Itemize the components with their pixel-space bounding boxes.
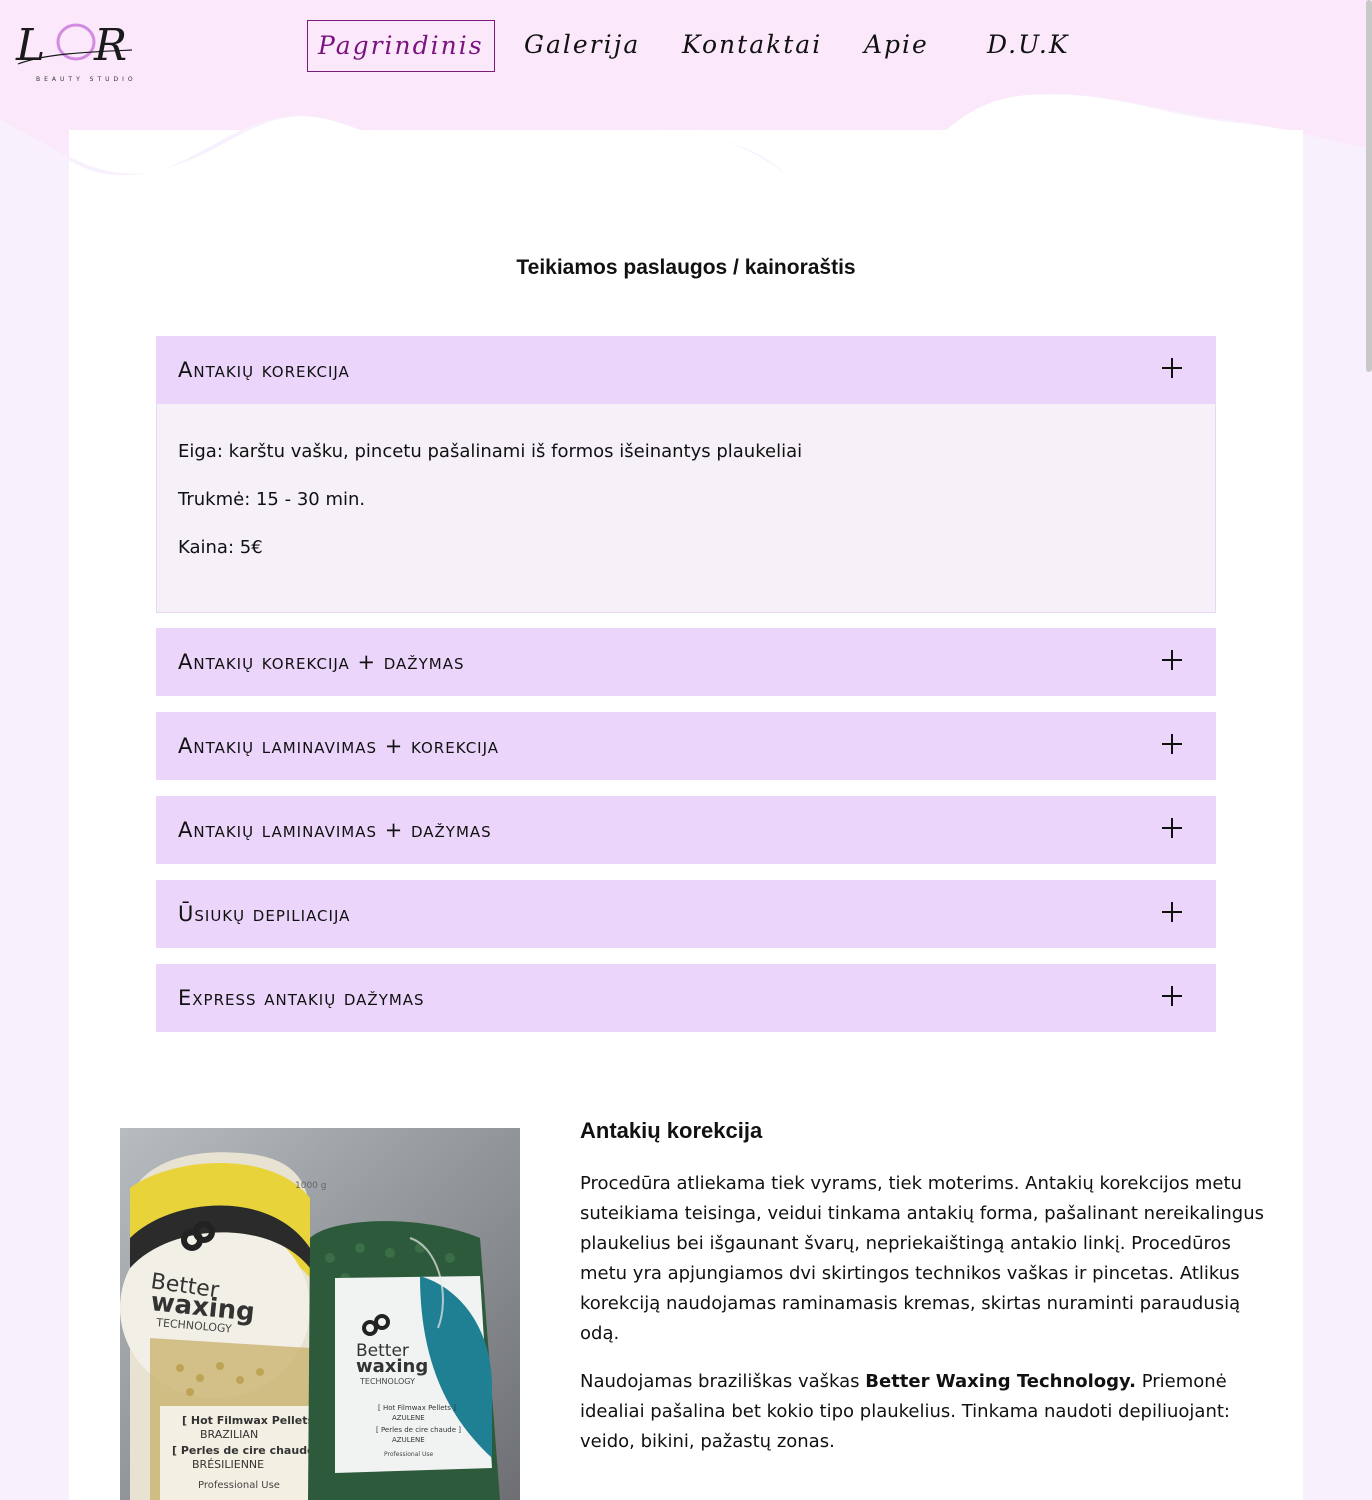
- accordion-header-korekcija-dazymas[interactable]: Antakių korekcija + dažymas: [156, 628, 1216, 696]
- brand-name-highlight: Better Waxing Technology.: [865, 1371, 1136, 1392]
- accordion-title: Antakių laminavimas + dažymas: [178, 818, 492, 842]
- plus-icon[interactable]: [1162, 986, 1182, 1006]
- nav-item-kontaktai[interactable]: Kontaktai: [682, 20, 822, 72]
- bag1-weight: 1000 g: [295, 1181, 326, 1191]
- accordion-title: Antakių korekcija + dažymas: [178, 650, 465, 674]
- plus-icon[interactable]: [1162, 734, 1182, 754]
- bag1-variant: BRAZILIAN: [200, 1428, 258, 1441]
- bag2-fr-variant: AZULENE: [392, 1436, 425, 1444]
- bag1-fr-variant: BRÉSILIENNE: [192, 1458, 264, 1471]
- svg-text:R: R: [93, 20, 127, 71]
- plus-icon[interactable]: [1162, 358, 1182, 378]
- nav-item-galerija[interactable]: Galerija: [524, 20, 640, 72]
- wax-product-photo: Better waxing TECHNOLOGY [ Hot Filmwax P…: [120, 1128, 520, 1500]
- bag1-product: [ Hot Filmwax Pellets ]: [182, 1414, 323, 1427]
- wax-bags-illustration: Better waxing TECHNOLOGY [ Hot Filmwax P…: [120, 1128, 520, 1500]
- logo-subtitle: BEAUTY STUDIO: [36, 76, 137, 83]
- bag2-brand-sub: TECHNOLOGY: [359, 1377, 415, 1386]
- bag1-use: Professional Use: [198, 1480, 280, 1491]
- procedure-duration: Trukmė: 15 - 30 min.: [178, 489, 366, 510]
- nav-item-duk[interactable]: D.U.K: [987, 20, 1070, 72]
- page-scrollbar[interactable]: [1366, 0, 1372, 372]
- bag2-variant: AZULENE: [392, 1414, 425, 1422]
- logo-mark: L R: [15, 20, 133, 71]
- accordion-header-laminavimas-korekcija[interactable]: Antakių laminavimas + korekcija: [156, 712, 1216, 780]
- accordion-header-antakiu-korekcija[interactable]: Antakių korekcija: [156, 336, 1216, 404]
- bag2-brand-main: waxing: [356, 1356, 428, 1377]
- plus-icon[interactable]: [1162, 902, 1182, 922]
- accordion-panel: Eiga: karštu vašku, pincetu pašalinami i…: [156, 404, 1216, 613]
- accordion-item: Antakių laminavimas + korekcija: [156, 712, 1216, 780]
- accordion-header-express-dazymas[interactable]: Express antakių dažymas: [156, 964, 1216, 1032]
- bag1-fr: [ Perles de cire chaude ]: [172, 1444, 323, 1457]
- accordion-title: Express antakių dažymas: [178, 986, 425, 1010]
- paragraph-2-intro: Naudojamas braziliškas vaškas: [580, 1371, 866, 1392]
- accordion-item: Antakių laminavimas + dažymas: [156, 796, 1216, 864]
- accordion-title: Antakių laminavimas + korekcija: [178, 734, 500, 758]
- accordion-item: Antakių korekcija Eiga: karštu vašku, pi…: [156, 336, 1216, 613]
- accordion-item: Express antakių dažymas: [156, 964, 1216, 1032]
- article-paragraph-2: Naudojamas braziliškas vaškas Better Wax…: [580, 1367, 1270, 1457]
- nav-item-pagrindinis[interactable]: Pagrindinis: [307, 20, 495, 72]
- bag2-product: [ Hot Filmwax Pellets ]: [378, 1404, 456, 1412]
- accordion-title: Antakių korekcija: [178, 358, 350, 382]
- accordion-item: Antakių korekcija + dažymas: [156, 628, 1216, 696]
- plus-icon[interactable]: [1162, 650, 1182, 670]
- bag2-use: Professional Use: [384, 1451, 433, 1458]
- article-title: Antakių korekcija: [580, 1118, 763, 1143]
- nav-item-apie[interactable]: Apie: [864, 20, 929, 72]
- accordion-item: Ūsiukų depiliacija: [156, 880, 1216, 948]
- accordion-title: Ūsiukų depiliacija: [178, 902, 351, 926]
- bag2-fr: [ Perles de cire chaude ]: [376, 1426, 461, 1434]
- procedure-description: Eiga: karštu vašku, pincetu pašalinami i…: [178, 441, 803, 462]
- services-title: Teikiamos paslaugos / kainoraštis: [516, 256, 856, 279]
- accordion-header-usiuku-depiliacija[interactable]: Ūsiukų depiliacija: [156, 880, 1216, 948]
- accordion-header-laminavimas-dazymas[interactable]: Antakių laminavimas + dažymas: [156, 796, 1216, 864]
- article-paragraph-1: Procedūra atliekama tiek vyrams, tiek mo…: [580, 1173, 1264, 1344]
- procedure-price: Kaina: 5€: [178, 537, 263, 558]
- plus-icon[interactable]: [1162, 818, 1182, 838]
